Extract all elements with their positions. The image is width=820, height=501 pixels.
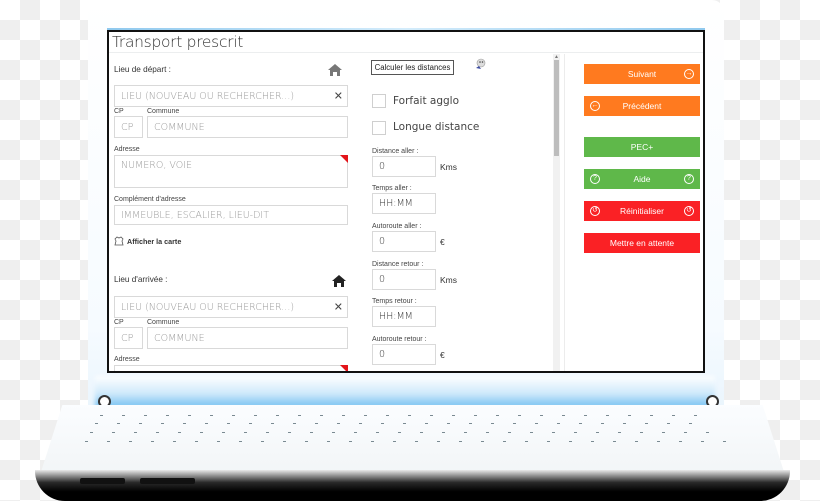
depart-complement-placeholder: IMMEUBLE, ESCALIER, LIEU-DIT	[121, 209, 270, 221]
arrivee-adresse-input[interactable]: NUMERO, VOIE	[114, 365, 348, 371]
clear-icon[interactable]: ✕	[334, 301, 343, 314]
temps-retour-input[interactable]: HH:MM	[372, 306, 436, 327]
depart-lieu-placeholder: LIEU (NOUVEAU OU RECHERCHER...)	[121, 90, 295, 102]
put-on-hold-button[interactable]: Mettre en attente	[584, 233, 700, 253]
home-icon[interactable]	[327, 63, 343, 77]
depart-cp-placeholder: CP	[121, 121, 134, 133]
clear-icon[interactable]: ✕	[334, 90, 343, 103]
distance-aller-input[interactable]: 0	[372, 156, 436, 177]
autoroute-aller-input[interactable]: 0	[372, 231, 436, 252]
reset-button[interactable]: ↺ Réinitialiser ↺	[584, 201, 700, 221]
autoroute-aller-label: Autoroute aller :	[372, 223, 422, 230]
arrivee-commune-label: Commune	[147, 319, 180, 326]
required-marker	[340, 155, 348, 163]
longue-distance-label: Longue distance	[393, 121, 480, 133]
depart-adresse-input[interactable]: NUMERO, VOIE	[114, 155, 348, 188]
window-title: Transport prescrit	[112, 33, 244, 51]
depart-complement-input[interactable]: IMMEUBLE, ESCALIER, LIEU-DIT	[114, 205, 348, 225]
arrivee-section-label: Lieu d'arrivée :	[114, 275, 168, 284]
temps-aller-input[interactable]: HH:MM	[372, 193, 436, 214]
depart-complement-label: Complément d'adresse	[114, 196, 186, 203]
depart-cp-input[interactable]: CP	[114, 116, 143, 138]
previous-button[interactable]: ← Précédent	[584, 96, 700, 116]
put-on-hold-label: Mettre en attente	[609, 238, 675, 248]
screen-glow	[95, 376, 715, 408]
forfait-agglo-checkbox[interactable]	[372, 94, 386, 108]
arrow-right-icon: →	[684, 69, 694, 79]
distance-aller-unit: Kms	[440, 162, 457, 172]
depart-cp-label: CP	[114, 108, 124, 115]
arrivee-lieu-placeholder: LIEU (NOUVEAU OU RECHERCHER...)	[121, 301, 295, 313]
route-globe-icon[interactable]	[473, 57, 487, 71]
depart-commune-label: Commune	[147, 108, 180, 115]
depart-commune-placeholder: COMMUNE	[154, 121, 205, 133]
calculate-distances-button[interactable]: Calculer les distances	[371, 60, 454, 75]
previous-label: Précédent	[622, 101, 662, 111]
temps-aller-value: HH:MM	[379, 198, 413, 209]
arrivee-cp-label: CP	[114, 319, 124, 326]
help-label: Aide	[633, 174, 651, 184]
reset-label: Réinitialiser	[620, 206, 664, 216]
distance-aller-value: 0	[379, 161, 386, 172]
distance-retour-value: 0	[379, 274, 386, 285]
required-marker	[340, 365, 348, 371]
next-button[interactable]: Suivant →	[584, 64, 700, 84]
arrivee-adresse-placeholder: NUMERO, VOIE	[121, 370, 192, 371]
reset-icon: ↺	[590, 206, 600, 216]
reset-icon: ↺	[684, 206, 694, 216]
autoroute-retour-input[interactable]: 0	[372, 344, 436, 365]
next-label: Suivant	[627, 69, 657, 79]
autoroute-retour-value: 0	[379, 349, 386, 360]
autoroute-retour-unit: €	[440, 350, 445, 360]
autoroute-aller-unit: €	[440, 237, 445, 247]
port	[140, 478, 195, 484]
help-button[interactable]: ? Aide ?	[584, 169, 700, 189]
show-map-link[interactable]: Afficher la carte	[114, 236, 181, 246]
depart-lieu-input[interactable]: LIEU (NOUVEAU OU RECHERCHER...) ✕	[114, 85, 348, 107]
depart-adresse-placeholder: NUMERO, VOIE	[121, 160, 192, 171]
scroll-thumb[interactable]	[554, 60, 559, 156]
question-icon: ?	[684, 174, 694, 184]
distance-retour-input[interactable]: 0	[372, 269, 436, 290]
depart-adresse-label: Adresse	[114, 146, 140, 153]
autoroute-retour-label: Autoroute retour :	[372, 336, 427, 343]
temps-retour-label: Temps retour :	[372, 298, 417, 305]
distance-retour-label: Distance retour :	[372, 261, 424, 268]
temps-retour-value: HH:MM	[379, 311, 413, 322]
pec-plus-button[interactable]: PEC+	[584, 137, 700, 157]
temps-aller-label: Temps aller :	[372, 185, 412, 192]
form-scrollbar[interactable]: ▲	[553, 54, 560, 371]
port	[80, 478, 125, 484]
arrivee-cp-input[interactable]: CP	[114, 327, 143, 349]
question-icon: ?	[590, 174, 600, 184]
app-window: Transport prescrit Lieu de départ : LIEU…	[107, 30, 705, 373]
arrivee-lieu-input[interactable]: LIEU (NOUVEAU OU RECHERCHER...) ✕	[114, 296, 348, 318]
distance-aller-label: Distance aller :	[372, 148, 419, 155]
arrivee-commune-placeholder: COMMUNE	[154, 332, 205, 344]
forfait-agglo-label: Forfait agglo	[393, 95, 460, 107]
arrivee-commune-input[interactable]: COMMUNE	[147, 327, 348, 349]
longue-distance-checkbox[interactable]	[372, 121, 386, 135]
home-icon[interactable]	[331, 274, 347, 288]
arrow-left-icon: ←	[590, 101, 600, 111]
pec-plus-label: PEC+	[630, 142, 654, 152]
depart-commune-input[interactable]: COMMUNE	[147, 116, 348, 138]
panel-divider	[564, 54, 565, 371]
title-divider	[109, 52, 703, 53]
depart-section-label: Lieu de départ :	[114, 65, 171, 74]
arrivee-cp-placeholder: CP	[121, 332, 134, 344]
autoroute-aller-value: 0	[379, 236, 386, 247]
distance-retour-unit: Kms	[440, 275, 457, 285]
show-map-label: Afficher la carte	[127, 236, 182, 246]
keyboard	[40, 405, 785, 475]
laptop-base	[35, 470, 790, 501]
map-icon	[114, 236, 124, 246]
arrivee-adresse-label: Adresse	[114, 356, 140, 363]
